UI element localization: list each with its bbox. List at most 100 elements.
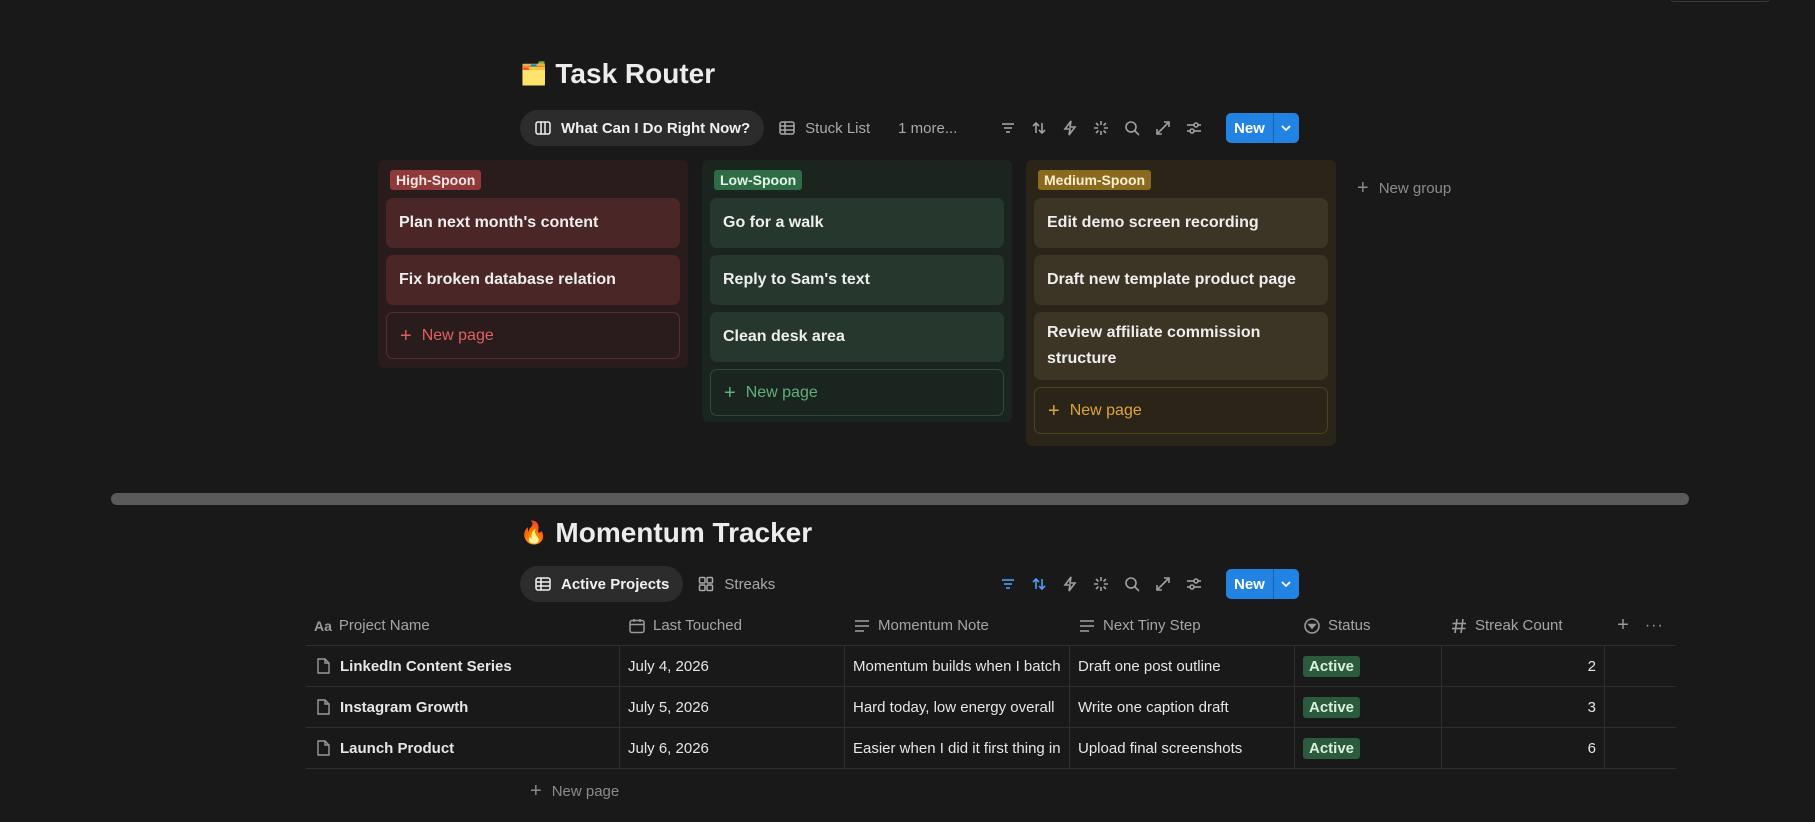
cell-momentum-note[interactable]: Easier when I did it first thing in	[845, 728, 1070, 768]
status-badge: Active	[1303, 696, 1361, 718]
filter-icon[interactable]	[999, 119, 1017, 137]
status-badge: Active	[1303, 737, 1361, 759]
momentum-tracker-heading: Momentum Tracker	[555, 517, 813, 548]
tab-active-projects[interactable]: Active Projects	[520, 566, 684, 602]
cell-project-name[interactable]: LinkedIn Content Series	[306, 646, 620, 686]
add-property-plus-icon[interactable]: +	[1617, 614, 1629, 637]
column-header-next-tiny-step[interactable]: Next Tiny Step	[1070, 606, 1295, 645]
plus-icon: +	[1357, 177, 1369, 199]
task-router-toolbar: New	[999, 113, 1299, 143]
ai-sparkle-icon[interactable]	[1092, 119, 1110, 137]
expand-icon[interactable]	[1154, 575, 1172, 593]
tab-stuck-list[interactable]: Stuck List	[764, 110, 884, 146]
group-tag-high-spoon[interactable]: High-Spoon	[390, 170, 482, 190]
cell-next-tiny-step[interactable]: Upload final screenshots	[1070, 728, 1295, 768]
cell-next-tiny-step[interactable]: Draft one post outline	[1070, 646, 1295, 686]
sort-icon[interactable]	[1030, 119, 1048, 137]
cell-empty	[1605, 687, 1676, 727]
chevron-down-icon[interactable]	[1272, 113, 1299, 143]
filter-icon[interactable]	[999, 575, 1017, 593]
automation-lightning-icon[interactable]	[1061, 119, 1079, 137]
settings-sliders-icon[interactable]	[1185, 575, 1203, 593]
expand-icon[interactable]	[1154, 119, 1172, 137]
board-card[interactable]: Plan next month's content	[386, 198, 680, 248]
ai-sparkle-icon[interactable]	[1092, 575, 1110, 593]
column-header-streak-count[interactable]: Streak Count	[1442, 606, 1605, 645]
task-router-new-button[interactable]: New	[1226, 113, 1299, 143]
number-hash-icon	[1452, 618, 1466, 633]
cell-project-name[interactable]: Launch Product	[306, 728, 620, 768]
tab-streaks[interactable]: Streaks	[683, 566, 789, 602]
text-property-icon: Aa	[314, 617, 332, 634]
fire-emoji-icon: 🔥	[520, 520, 548, 545]
group-tag-medium-spoon[interactable]: Medium-Spoon	[1038, 170, 1152, 190]
table-icon	[535, 577, 551, 591]
page-icon	[317, 658, 330, 674]
momentum-tracker-new-button[interactable]: New	[1226, 569, 1299, 599]
board-card[interactable]: Edit demo screen recording	[1034, 198, 1328, 248]
table-icon	[779, 121, 795, 135]
momentum-table: Aa Project Name Last Touched Momentum No…	[306, 606, 1676, 769]
table-row[interactable]: LinkedIn Content Series July 4, 2026 Mom…	[306, 646, 1676, 687]
column-header-last-touched[interactable]: Last Touched	[620, 606, 845, 645]
table-row[interactable]: Launch Product July 6, 2026 Easier when …	[306, 728, 1676, 769]
low-spoon-new-page-button[interactable]: + New page	[710, 369, 1004, 416]
cell-project-name[interactable]: Instagram Growth	[306, 687, 620, 727]
column-header-momentum-note[interactable]: Momentum Note	[845, 606, 1070, 645]
board-card[interactable]: Draft new template product page	[1034, 255, 1328, 305]
table-new-page-button[interactable]: + New page	[530, 780, 619, 803]
medium-spoon-new-page-button[interactable]: + New page	[1034, 387, 1328, 434]
chevron-down-icon[interactable]	[1272, 569, 1299, 599]
folder-emoji-icon: 🗂️	[520, 61, 548, 86]
table-row[interactable]: Instagram Growth July 5, 2026 Hard today…	[306, 687, 1676, 728]
board-card[interactable]: Go for a walk	[710, 198, 1004, 248]
text-lines-icon	[1080, 619, 1094, 632]
column-header-project-name[interactable]: Aa Project Name	[306, 606, 620, 645]
board-card[interactable]: Clean desk area	[710, 312, 1004, 362]
horizontal-scrollbar[interactable]	[111, 493, 1689, 505]
momentum-tracker-toolbar: New	[999, 569, 1299, 599]
cell-streak-count[interactable]: 3	[1442, 687, 1605, 727]
cell-empty	[1605, 646, 1676, 686]
cell-status[interactable]: Active	[1295, 687, 1442, 727]
plus-icon: +	[530, 780, 542, 802]
new-button-label[interactable]: New	[1226, 569, 1273, 599]
board-card[interactable]: Review affiliate commission structure	[1034, 312, 1328, 380]
status-icon	[1304, 617, 1320, 634]
plus-icon: +	[1048, 399, 1060, 422]
column-header-status[interactable]: Status	[1295, 606, 1442, 645]
cell-momentum-note[interactable]: Momentum builds when I batch	[845, 646, 1070, 686]
search-icon[interactable]	[1123, 119, 1141, 137]
status-badge: Active	[1303, 655, 1361, 677]
tab-what-can-i-do[interactable]: What Can I Do Right Now?	[520, 110, 765, 146]
new-group-button[interactable]: + New group	[1357, 177, 1451, 200]
high-spoon-new-page-button[interactable]: + New page	[386, 312, 680, 359]
cell-streak-count[interactable]: 6	[1442, 728, 1605, 768]
cell-last-touched[interactable]: July 4, 2026	[620, 646, 845, 686]
calendar-icon	[629, 618, 645, 633]
page-icon	[317, 699, 330, 715]
top-right-control[interactable]	[1670, 0, 1770, 2]
cell-status[interactable]: Active	[1295, 646, 1442, 686]
board-column-high-spoon: High-Spoon Plan next month's content Fix…	[378, 160, 688, 368]
column-header-actions: + ···	[1605, 606, 1676, 645]
task-router-heading: Task Router	[555, 58, 716, 89]
cell-last-touched[interactable]: July 6, 2026	[620, 728, 845, 768]
tab-more-views[interactable]: 1 more...	[884, 110, 971, 146]
cell-status[interactable]: Active	[1295, 728, 1442, 768]
table-header: Aa Project Name Last Touched Momentum No…	[306, 606, 1676, 646]
board-card[interactable]: Reply to Sam's text	[710, 255, 1004, 305]
cell-last-touched[interactable]: July 5, 2026	[620, 687, 845, 727]
sort-icon[interactable]	[1030, 575, 1048, 593]
cell-momentum-note[interactable]: Hard today, low energy overall	[845, 687, 1070, 727]
new-button-label[interactable]: New	[1226, 113, 1273, 143]
cell-streak-count[interactable]: 2	[1442, 646, 1605, 686]
board-card[interactable]: Fix broken database relation	[386, 255, 680, 305]
group-tag-low-spoon[interactable]: Low-Spoon	[714, 170, 803, 190]
more-options-icon[interactable]: ···	[1645, 617, 1664, 635]
automation-lightning-icon[interactable]	[1061, 575, 1079, 593]
settings-sliders-icon[interactable]	[1185, 119, 1203, 137]
plus-icon: +	[724, 381, 736, 404]
search-icon[interactable]	[1123, 575, 1141, 593]
cell-next-tiny-step[interactable]: Write one caption draft	[1070, 687, 1295, 727]
